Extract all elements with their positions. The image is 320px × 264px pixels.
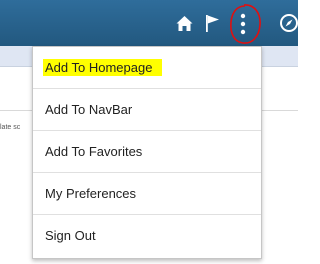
menu-item-label: Add To Favorites: [45, 144, 143, 159]
menu-item-label: Sign Out: [45, 228, 96, 243]
menu-item-label: Add To Homepage: [43, 59, 163, 76]
menu-item-label: My Preferences: [45, 186, 137, 201]
background-partial-text: late sc: [0, 124, 21, 131]
menu-item-add-to-favorites[interactable]: Add To Favorites: [33, 131, 261, 173]
actions-dropdown-menu: Add To Homepage Add To NavBar Add To Fav…: [32, 46, 262, 259]
flag-icon[interactable]: [205, 14, 220, 33]
home-icon[interactable]: [176, 15, 193, 32]
page: late sc Add To Homepage Add To NavBar Ad…: [0, 0, 298, 264]
menu-item-sign-out[interactable]: Sign Out: [33, 215, 261, 257]
actions-menu-icon[interactable]: [240, 12, 246, 36]
menu-item-label: Add To NavBar: [45, 102, 133, 117]
menu-item-add-to-homepage[interactable]: Add To Homepage: [33, 47, 261, 89]
menu-item-add-to-navbar[interactable]: Add To NavBar: [33, 89, 261, 131]
navigator-compass-icon[interactable]: [279, 13, 298, 33]
header-bar: [0, 0, 298, 46]
menu-item-my-preferences[interactable]: My Preferences: [33, 173, 261, 215]
